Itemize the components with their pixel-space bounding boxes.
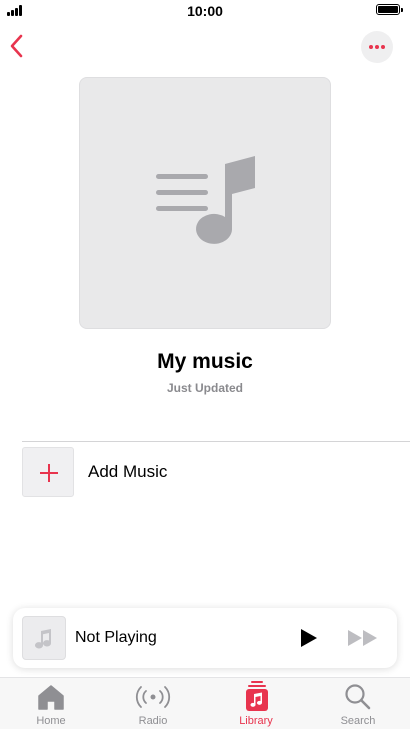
- fast-forward-button[interactable]: [346, 628, 380, 648]
- tab-label: Search: [340, 715, 376, 727]
- tab-search[interactable]: Search: [307, 678, 409, 730]
- mini-player[interactable]: Not Playing: [13, 608, 397, 668]
- divider: [22, 441, 410, 442]
- tab-label: Library: [239, 715, 273, 727]
- status-bar: 10:00: [0, 0, 410, 22]
- mini-player-artwork: [22, 616, 66, 660]
- fast-forward-icon: [348, 630, 377, 646]
- battery-icon: [376, 4, 403, 15]
- plus-icon: [22, 447, 74, 497]
- playlist-artwork: [79, 77, 331, 329]
- magnifying-glass-icon: [345, 684, 371, 710]
- back-button[interactable]: [6, 32, 30, 60]
- play-icon: [301, 629, 317, 647]
- ellipsis-icon: [369, 45, 373, 49]
- add-music-label: Add Music: [88, 462, 168, 481]
- music-note-icon: [35, 629, 52, 649]
- playlist-subtitle: Just Updated: [166, 381, 243, 395]
- tab-home[interactable]: Home: [0, 678, 102, 730]
- tab-label: Radio: [138, 715, 168, 727]
- status-time: 10:00: [187, 3, 223, 19]
- chevron-left-icon: [10, 34, 23, 58]
- tab-bar: Home Radio Library Search: [0, 677, 410, 729]
- tab-library[interactable]: Library: [205, 678, 307, 730]
- tab-radio[interactable]: Radio: [102, 678, 204, 730]
- play-button[interactable]: [296, 626, 320, 650]
- tab-label: Home: [36, 715, 66, 727]
- music-note-square-icon: [246, 681, 268, 711]
- radio-waves-icon: [135, 686, 171, 708]
- playlist-title: My music: [157, 350, 253, 373]
- add-music-button[interactable]: Add Music: [22, 447, 410, 497]
- now-playing-title: Not Playing: [75, 629, 157, 646]
- more-options-button[interactable]: [361, 31, 393, 63]
- house-icon: [38, 685, 64, 710]
- playlist-note-icon: [156, 156, 255, 244]
